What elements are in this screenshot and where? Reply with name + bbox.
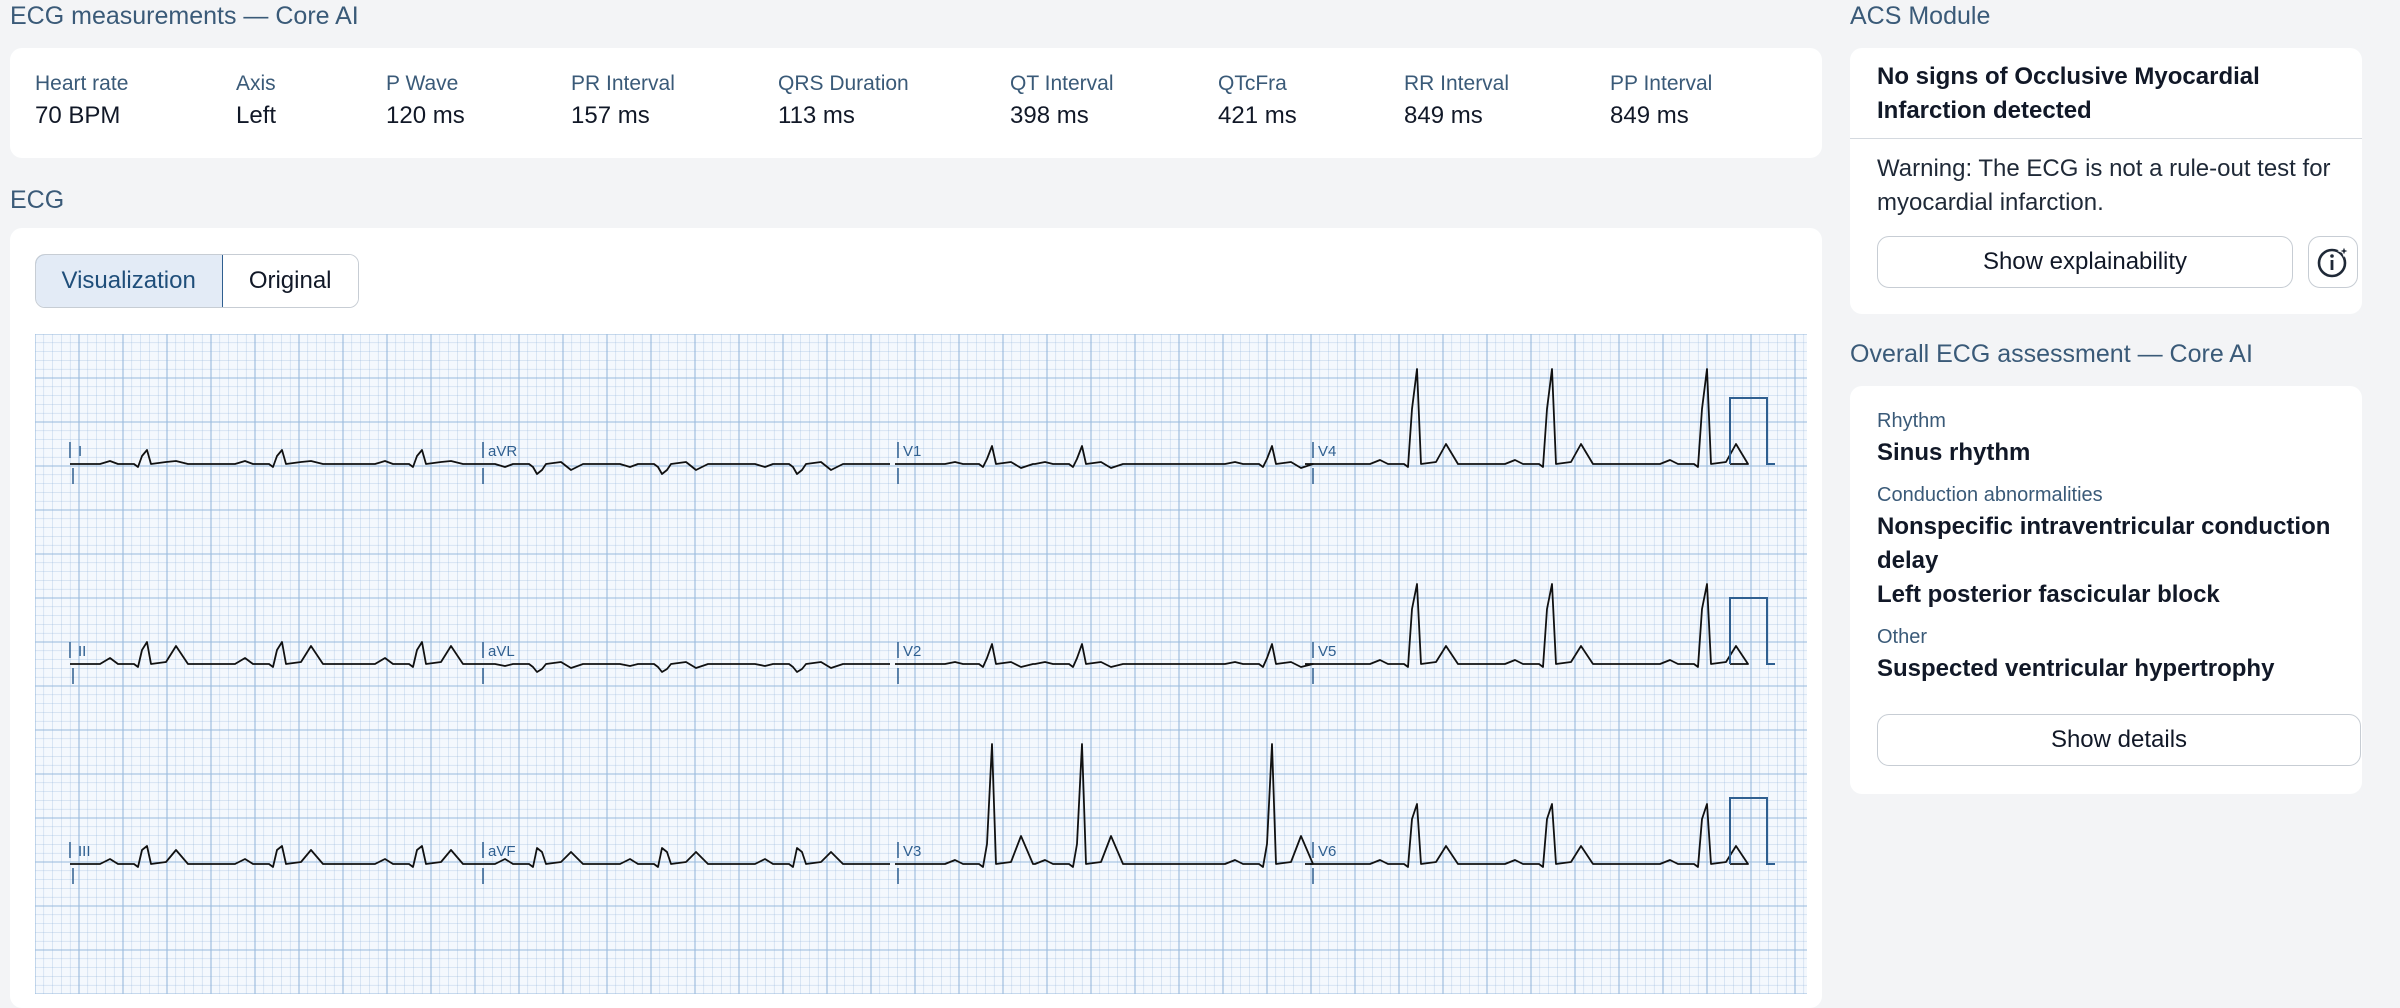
measurement-label: P Wave [386, 72, 459, 95]
lead-label-v4: V4 [1318, 443, 1336, 460]
acs-card: No signs of Occlusive Myocardial Infarct… [1850, 48, 2362, 314]
acs-title: ACS Module [1850, 2, 1991, 30]
measurement-value: 398 ms [1010, 102, 1089, 129]
show-explainability-button[interactable]: Show explainability [1877, 236, 2293, 288]
assessment-title: Overall ECG assessment — Core AI [1850, 340, 2253, 368]
info-sparkle-icon [2317, 244, 2351, 278]
measurement-label: QRS Duration [778, 72, 909, 95]
measurement-value: 120 ms [386, 102, 465, 129]
conduction-label: Conduction abnormalities [1877, 484, 2103, 506]
lead-label-ii: II [78, 643, 86, 660]
measurement-value: 849 ms [1610, 102, 1689, 129]
measurement-value: 70 BPM [35, 102, 121, 129]
measurement-pp-interval: PP Interval 849 ms [1610, 72, 1712, 130]
measurement-pr-interval: PR Interval 157 ms [571, 72, 675, 130]
lead-label-v3: V3 [903, 843, 921, 860]
assessment-card: Rhythm Sinus rhythm Conduction abnormali… [1850, 386, 2362, 794]
lead-label-v2: V2 [903, 643, 921, 660]
ecg-view-toggle: Visualization Original [35, 254, 359, 308]
measurement-value: 113 ms [778, 102, 855, 129]
lead-label-v6: V6 [1318, 843, 1336, 860]
ecg-title: ECG [10, 186, 65, 214]
measurement-value: 421 ms [1218, 102, 1297, 129]
ecg-tracing: IaVR V1 V4 II aVL V2 V5 III aVF V3 V6 [35, 334, 1807, 994]
measurement-label: Heart rate [35, 72, 129, 95]
tab-visualization[interactable]: Visualization [35, 255, 223, 307]
lead-label-iii: III [78, 843, 91, 860]
divider [1850, 138, 2362, 139]
acs-result: No signs of Occlusive Myocardial Infarct… [1877, 63, 2260, 124]
measurement-label: PR Interval [571, 72, 675, 95]
measurement-label: QTcFra [1218, 72, 1287, 95]
measurement-qtcfra: QTcFra 421 ms [1218, 72, 1297, 130]
measurement-value: 157 ms [571, 102, 650, 129]
measurement-label: PP Interval [1610, 72, 1713, 95]
other-value: Suspected ventricular hypertrophy [1877, 655, 2275, 682]
show-details-button[interactable]: Show details [1877, 714, 2361, 766]
measurement-label: RR Interval [1404, 72, 1510, 95]
measurements-title: ECG measurements — Core AI [10, 2, 359, 30]
tab-original[interactable]: Original [222, 255, 358, 307]
conduction-value: Left posterior fascicular block [1877, 581, 2220, 608]
measurement-axis: Axis Left [236, 72, 276, 130]
other-label: Other [1877, 626, 1928, 648]
lead-label-avf: aVF [488, 843, 516, 860]
lead-label-v5: V5 [1318, 643, 1336, 660]
measurement-qrs-duration: QRS Duration 113 ms [778, 72, 909, 130]
measurement-value: 849 ms [1404, 102, 1483, 129]
measurements-card: Heart rate 70 BPM Axis Left P Wave 120 m… [10, 48, 1822, 158]
measurement-label: Axis [236, 72, 276, 95]
acs-warning: Warning: The ECG is not a rule-out test … [1877, 155, 2331, 216]
lead-label-v1: V1 [903, 443, 921, 460]
rhythm-value: Sinus rhythm [1877, 439, 2031, 466]
lead-label-avl: aVL [488, 643, 515, 660]
rhythm-label: Rhythm [1877, 410, 1946, 432]
lead-label-avr: aVR [488, 443, 517, 460]
info-button[interactable] [2308, 236, 2358, 288]
measurement-value: Left [236, 102, 277, 129]
measurement-heart-rate: Heart rate 70 BPM [35, 72, 128, 130]
measurement-p-wave: P Wave 120 ms [386, 72, 465, 130]
measurement-label: QT Interval [1010, 72, 1114, 95]
measurement-rr-interval: RR Interval 849 ms [1404, 72, 1509, 130]
lead-label-i: I [78, 443, 82, 460]
measurement-qt-interval: QT Interval 398 ms [1010, 72, 1113, 130]
conduction-value: Nonspecific intraventricular conduction … [1877, 513, 2331, 574]
ecg-card: Visualization Original IaVR V1 V4 II aVL V2 V5… [10, 228, 1822, 1008]
